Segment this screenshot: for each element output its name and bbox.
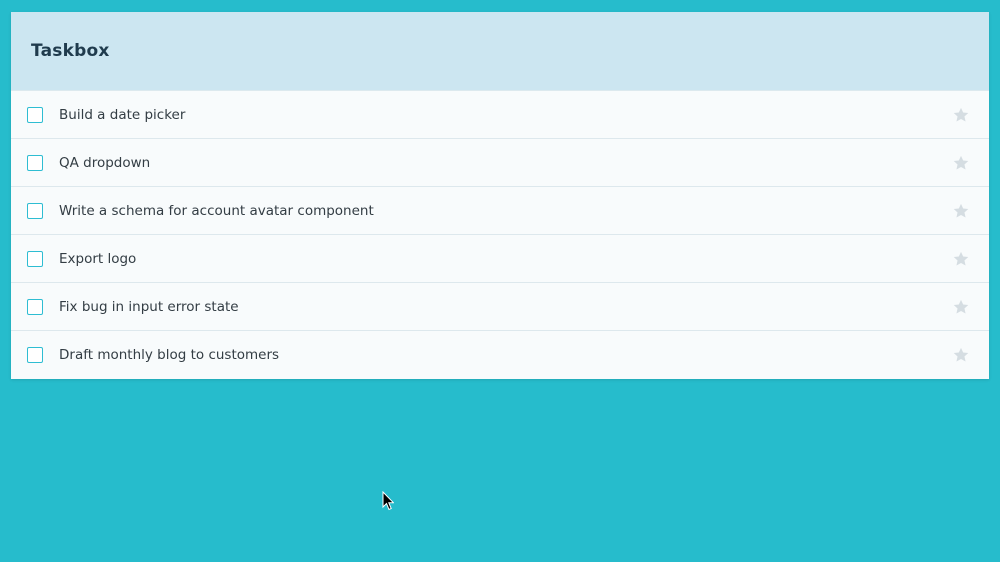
task-checkbox[interactable] — [27, 347, 43, 363]
star-icon[interactable] — [952, 106, 970, 124]
task-title: QA dropdown — [59, 154, 151, 171]
task-checkbox[interactable] — [27, 250, 43, 267]
task-checkbox[interactable] — [27, 298, 43, 315]
star-icon[interactable] — [952, 346, 970, 364]
header: Taskbox — [11, 12, 989, 91]
task-title: Export logo — [59, 250, 137, 267]
task-list-panel: Taskbox Build a date picker QA dropdown … — [11, 12, 989, 379]
task-item[interactable]: Write a schema for account avatar compon… — [11, 187, 989, 235]
task-title: Draft monthly blog to customers — [59, 347, 280, 363]
star-icon[interactable] — [952, 298, 970, 316]
mouse-pointer-icon — [382, 490, 395, 511]
task-item[interactable]: Fix bug in input error state — [11, 283, 989, 331]
task-item[interactable]: Export logo — [11, 235, 989, 283]
star-icon[interactable] — [952, 154, 970, 172]
page-title: Taskbox — [31, 41, 110, 61]
task-item[interactable]: QA dropdown — [11, 139, 989, 187]
task-checkbox[interactable] — [27, 154, 43, 171]
task-title: Fix bug in input error state — [59, 298, 239, 315]
star-icon[interactable] — [952, 250, 970, 268]
task-checkbox[interactable] — [27, 202, 43, 219]
task-title: Write a schema for account avatar compon… — [59, 202, 374, 219]
star-icon[interactable] — [952, 202, 970, 220]
task-item[interactable]: Build a date picker — [11, 91, 989, 139]
task-title: Build a date picker — [59, 106, 186, 123]
task-checkbox[interactable] — [27, 106, 43, 123]
task-item[interactable]: Draft monthly blog to customers — [11, 331, 989, 379]
